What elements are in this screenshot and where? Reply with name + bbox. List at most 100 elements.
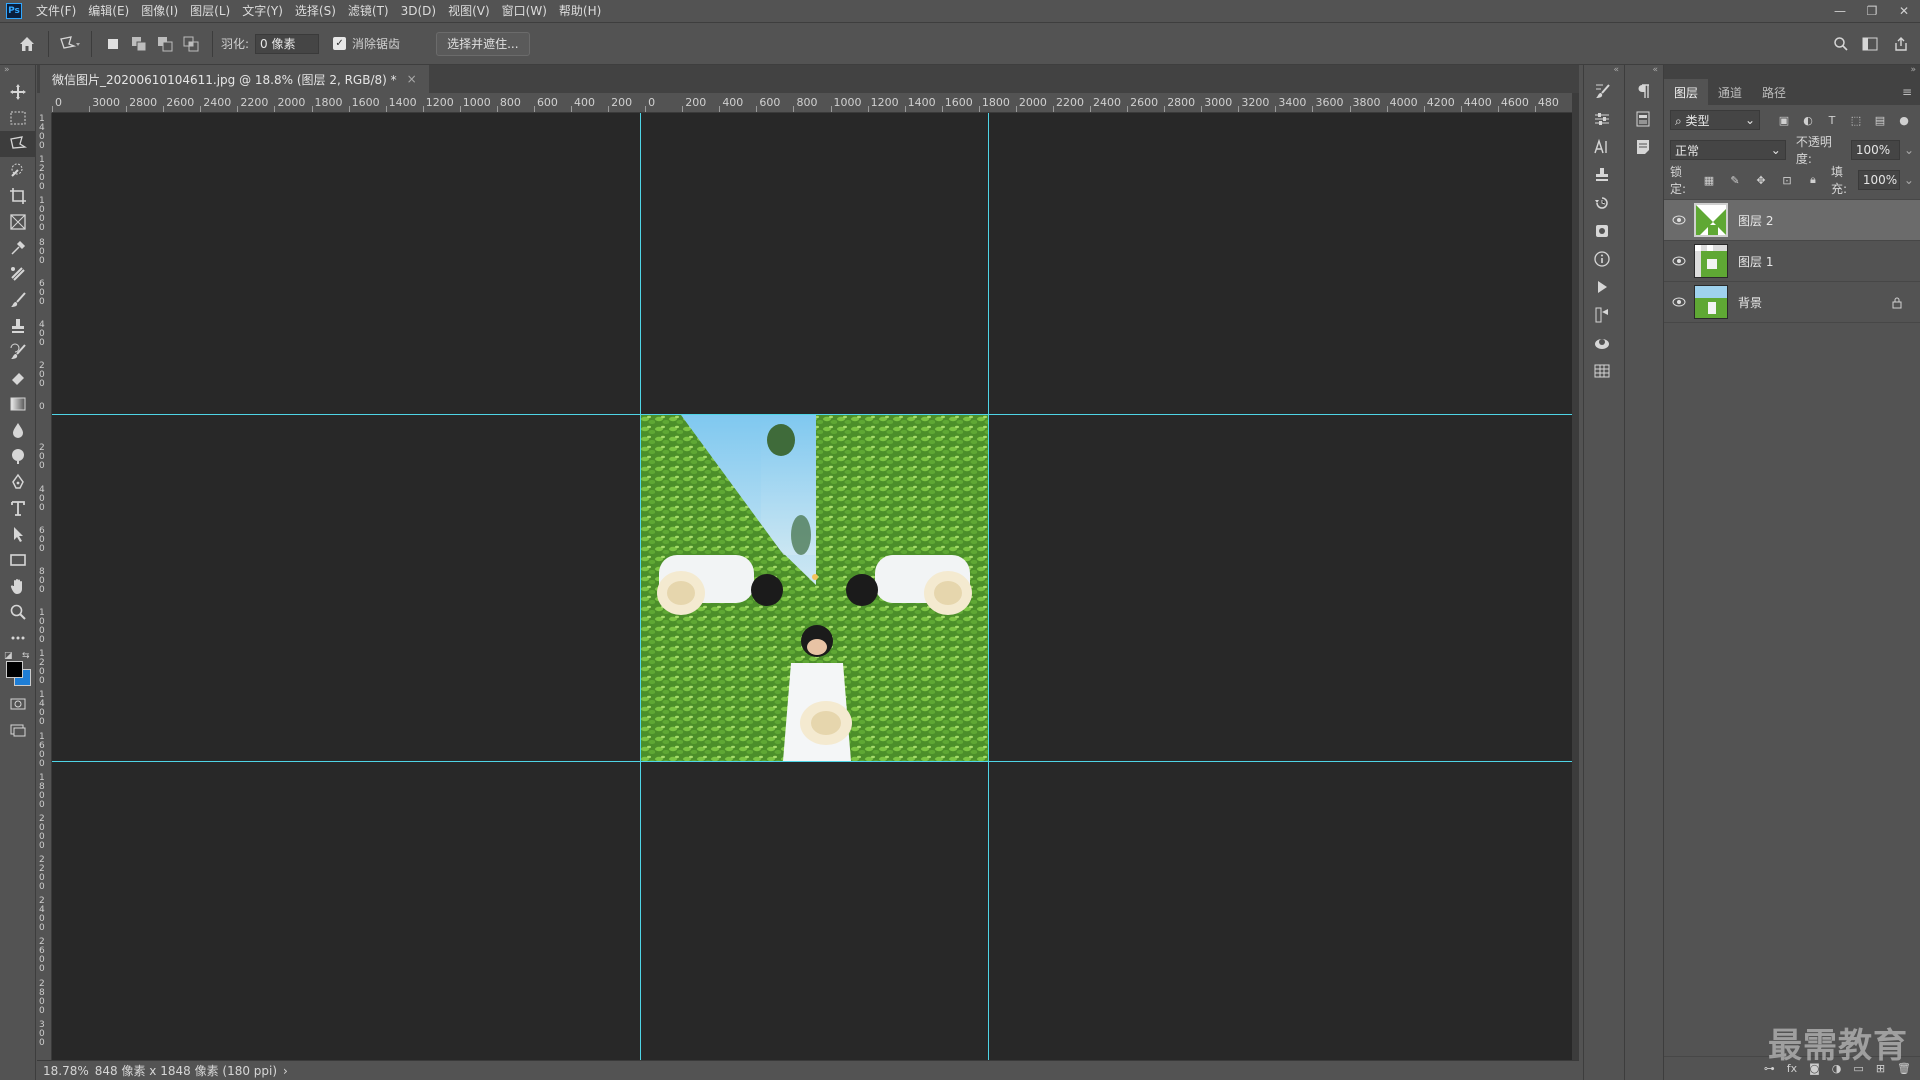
panel-menu-icon[interactable]: ≡ — [1902, 85, 1912, 99]
frame-tool-icon[interactable] — [0, 209, 36, 235]
screen-mode-icon[interactable] — [0, 717, 36, 743]
libraries-icon[interactable] — [1584, 217, 1620, 245]
blend-mode-select[interactable]: 正常 ⌄ — [1670, 140, 1786, 160]
vertical-ruler[interactable]: 1400 1200 1000 800 600 400 200 0 200 400 600 800 100… — [37, 113, 52, 1060]
blur-tool-icon[interactable] — [0, 417, 36, 443]
ruler-origin[interactable] — [37, 93, 52, 113]
collapse-strip-icon[interactable]: « — [1584, 65, 1623, 77]
visibility-eye-icon[interactable] — [1664, 297, 1694, 307]
filter-adjustment-icon[interactable]: ◐ — [1798, 110, 1818, 130]
crop-tool-icon[interactable] — [0, 183, 36, 209]
rectangle-tool-icon[interactable] — [0, 547, 36, 573]
layer-row[interactable]: 背景 — [1664, 282, 1920, 323]
antialias-checkbox[interactable]: ✓ — [333, 37, 347, 50]
lock-image-icon[interactable]: ✎ — [1725, 170, 1745, 190]
fill-dropdown-icon[interactable]: ⌄ — [1904, 173, 1914, 187]
add-to-selection-icon[interactable] — [126, 31, 152, 57]
swatches-icon[interactable] — [1584, 301, 1620, 329]
filter-toggle-icon[interactable]: ● — [1894, 110, 1914, 130]
menu-view[interactable]: 视图(V) — [442, 0, 496, 22]
zoom-level[interactable]: 18.78% — [43, 1064, 89, 1078]
lock-position-icon[interactable]: ✥ — [1751, 170, 1771, 190]
adjustments-icon[interactable] — [1584, 105, 1620, 133]
lock-transparent-icon[interactable]: ▦ — [1699, 170, 1719, 190]
new-selection-icon[interactable] — [100, 31, 126, 57]
notes-icon[interactable] — [1625, 133, 1661, 161]
filter-pixel-icon[interactable]: ▣ — [1774, 110, 1794, 130]
clone-source-icon[interactable] — [1584, 161, 1620, 189]
select-and-mask-button[interactable]: 选择并遮住... — [436, 31, 530, 56]
3d-icon[interactable] — [1584, 329, 1620, 357]
opacity-input[interactable]: 100% — [1850, 140, 1900, 160]
minimize-button[interactable]: — — [1824, 0, 1856, 22]
lock-artboard-icon[interactable]: ⊡ — [1777, 170, 1797, 190]
fill-input[interactable]: 100% — [1857, 170, 1900, 190]
feather-input[interactable]: 0 像素 — [255, 33, 320, 54]
vertical-scrollbar[interactable] — [1572, 93, 1579, 1060]
menu-help[interactable]: 帮助(H) — [553, 0, 607, 22]
menu-3d[interactable]: 3D(D) — [395, 0, 442, 22]
move-tool-icon[interactable] — [0, 79, 36, 105]
tab-channels[interactable]: 通道 — [1708, 79, 1752, 105]
eyedropper-tool-icon[interactable] — [0, 235, 36, 261]
table-icon[interactable] — [1584, 357, 1620, 385]
zoom-tool-icon[interactable] — [0, 599, 36, 625]
tab-paths[interactable]: 路径 — [1752, 79, 1796, 105]
eraser-tool-icon[interactable] — [0, 365, 36, 391]
menu-window[interactable]: 窗口(W) — [496, 0, 553, 22]
default-colors-icon[interactable]: ◪ — [4, 651, 14, 661]
home-icon[interactable] — [14, 31, 40, 57]
horizontal-ruler[interactable]: 0 3000 2800 2600 2400 2200 2000 1800 1600 1400 120… — [52, 93, 1572, 113]
hand-tool-icon[interactable] — [0, 573, 36, 599]
gradient-tool-icon[interactable] — [0, 391, 36, 417]
document-image[interactable] — [641, 415, 988, 761]
quick-selection-tool-icon[interactable] — [0, 157, 36, 183]
collapse-strip-icon[interactable]: « — [1625, 65, 1662, 77]
menu-layer[interactable]: 图层(L) — [184, 0, 236, 22]
collapse-panel-icon[interactable]: » — [1664, 65, 1920, 77]
filter-type-icon[interactable]: T — [1822, 110, 1842, 130]
menu-filter[interactable]: 滤镜(T) — [342, 0, 395, 22]
swap-colors-icon[interactable]: ⇆ — [22, 651, 30, 661]
marquee-tool-icon[interactable] — [0, 105, 36, 131]
more-tools-icon[interactable] — [0, 625, 36, 651]
lasso-tool-icon[interactable] — [0, 131, 36, 157]
menu-image[interactable]: 图像(I) — [135, 0, 184, 22]
menu-edit[interactable]: 编辑(E) — [82, 0, 135, 22]
menu-type[interactable]: 文字(Y) — [236, 0, 289, 22]
healing-brush-tool-icon[interactable] — [0, 261, 36, 287]
actions-icon[interactable] — [1584, 273, 1620, 301]
menu-select[interactable]: 选择(S) — [289, 0, 342, 22]
search-icon[interactable] — [1828, 31, 1854, 57]
share-icon[interactable] — [1888, 31, 1914, 57]
close-document-icon[interactable]: × — [407, 72, 417, 86]
guide-horizontal[interactable] — [52, 761, 1572, 762]
foreground-color-swatch[interactable] — [6, 661, 23, 678]
canvas-area[interactable] — [52, 113, 1572, 1060]
type-tool-icon[interactable] — [0, 495, 36, 521]
opacity-dropdown-icon[interactable]: ⌄ — [1904, 143, 1914, 157]
intersect-selection-icon[interactable] — [178, 31, 204, 57]
pen-tool-icon[interactable] — [0, 469, 36, 495]
visibility-eye-icon[interactable] — [1664, 215, 1694, 225]
subtract-from-selection-icon[interactable] — [152, 31, 178, 57]
polygonal-lasso-preset-icon[interactable] — [57, 31, 83, 57]
brush-settings-icon[interactable] — [1584, 77, 1620, 105]
close-window-button[interactable]: ✕ — [1888, 0, 1920, 22]
properties-icon[interactable] — [1625, 105, 1661, 133]
tab-layers[interactable]: 图层 — [1664, 79, 1709, 105]
filter-smart-object-icon[interactable]: ▤ — [1870, 110, 1890, 130]
expand-toolbar-icon[interactable]: » — [0, 65, 35, 79]
status-menu-icon[interactable]: › — [283, 1064, 288, 1078]
document-tab[interactable]: 微信图片_20200610104611.jpg @ 18.8% (图层 2, R… — [40, 65, 429, 93]
filter-kind-select[interactable]: ⌕ 类型 ⌄ — [1670, 110, 1760, 130]
workspace-icon[interactable] — [1858, 31, 1884, 57]
guide-vertical[interactable] — [988, 113, 989, 1060]
clone-stamp-tool-icon[interactable] — [0, 313, 36, 339]
layer-row[interactable]: 图层 2 — [1664, 200, 1920, 241]
brush-tool-icon[interactable] — [0, 287, 36, 313]
history-brush-tool-icon[interactable] — [0, 339, 36, 365]
filter-shape-icon[interactable]: ⬚ — [1846, 110, 1866, 130]
info-icon[interactable] — [1584, 245, 1620, 273]
restore-button[interactable]: ❐ — [1856, 0, 1888, 22]
